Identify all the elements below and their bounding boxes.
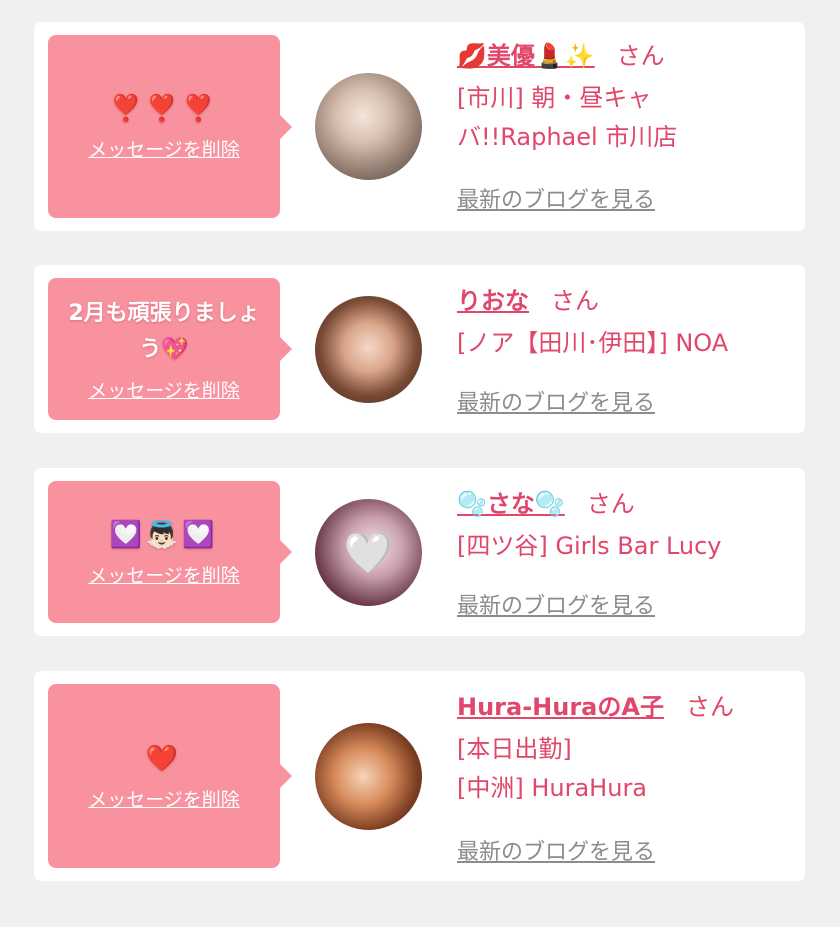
message-text: 💟👼🏻💟 — [109, 519, 219, 550]
message-text: ❣️❣️❣️ — [109, 94, 219, 124]
shop-line: バ!!Raphael 市川店 — [457, 123, 678, 151]
cast-name-link[interactable]: 🫧さな🫧 — [457, 484, 565, 519]
message-bubble: ❣️❣️❣️ メッセージを削除 — [48, 35, 292, 218]
cast-info: Hura-HuraのA子 さん [本日出勤] [中洲] HuraHura — [457, 687, 791, 808]
message-text: ❤️ — [145, 743, 183, 774]
cast-info: 🫧さな🫧 さん [四ツ谷] Girls Bar Lucy — [457, 484, 791, 566]
cast-name-link[interactable]: りおな — [457, 281, 529, 316]
honorific: さん — [616, 42, 665, 70]
message-card: ❤️ メッセージを削除 Hura-HuraのA子 さん [本日出勤] [中洲] … — [34, 671, 805, 881]
message-bubble: ❤️ メッセージを削除 — [48, 684, 292, 868]
cast-name-link[interactable]: Hura-HuraのA子 — [457, 687, 664, 722]
avatar[interactable] — [315, 296, 422, 403]
delete-message-link[interactable]: メッセージを削除 — [88, 561, 240, 588]
delete-message-link[interactable]: メッセージを削除 — [88, 376, 240, 403]
honorific: さん — [685, 693, 734, 721]
message-card: 2月も頑張りましょう💖 メッセージを削除 りおな さん [ノア【田川･伊田】] … — [34, 265, 805, 433]
message-text: 2月も頑張りましょう💖 — [68, 300, 260, 362]
message-bubble: 2月も頑張りましょう💖 メッセージを削除 — [48, 278, 292, 420]
view-latest-blog-link[interactable]: 最新のブログを見る — [457, 588, 655, 620]
honorific: さん — [551, 287, 599, 315]
cast-info: 💋美優💄✨ さん [市川] 朝・昼キャ バ!!Raphael 市川店 — [457, 36, 791, 157]
view-latest-blog-link[interactable]: 最新のブログを見る — [457, 834, 655, 866]
shop-line: [ノア【田川･伊田】] NOA — [457, 329, 729, 357]
message-card: 💟👼🏻💟 メッセージを削除 🤍 🫧さな🫧 さん [四ツ谷] Girls Bar … — [34, 468, 805, 636]
view-latest-blog-link[interactable]: 最新のブログを見る — [457, 182, 655, 214]
cast-name-link[interactable]: 💋美優💄✨ — [457, 36, 595, 71]
shop-line: [中洲] HuraHura — [457, 774, 648, 802]
white-heart-icon: 🤍 — [343, 530, 394, 576]
work-status: [本日出勤] — [457, 735, 572, 763]
shop-line: [四ツ谷] Girls Bar Lucy — [457, 532, 722, 560]
avatar[interactable] — [315, 73, 422, 180]
delete-message-link[interactable]: メッセージを削除 — [88, 135, 240, 162]
message-card: ❣️❣️❣️ メッセージを削除 💋美優💄✨ さん [市川] 朝・昼キャ バ!!R… — [34, 22, 805, 231]
shop-info: [ノア【田川･伊田】] NOA — [457, 324, 791, 363]
honorific: さん — [586, 490, 635, 518]
avatar[interactable]: 🤍 — [315, 499, 422, 606]
shop-info: [市川] 朝・昼キャ バ!!Raphael 市川店 — [457, 79, 791, 157]
shop-info: [本日出勤] [中洲] HuraHura — [457, 730, 791, 808]
view-latest-blog-link[interactable]: 最新のブログを見る — [457, 385, 655, 417]
message-bubble: 💟👼🏻💟 メッセージを削除 — [48, 481, 292, 623]
delete-message-link[interactable]: メッセージを削除 — [88, 785, 240, 812]
avatar[interactable] — [315, 723, 422, 830]
cast-info: りおな さん [ノア【田川･伊田】] NOA — [457, 281, 791, 363]
shop-line: [市川] 朝・昼キャ — [457, 84, 652, 112]
shop-info: [四ツ谷] Girls Bar Lucy — [457, 527, 791, 566]
